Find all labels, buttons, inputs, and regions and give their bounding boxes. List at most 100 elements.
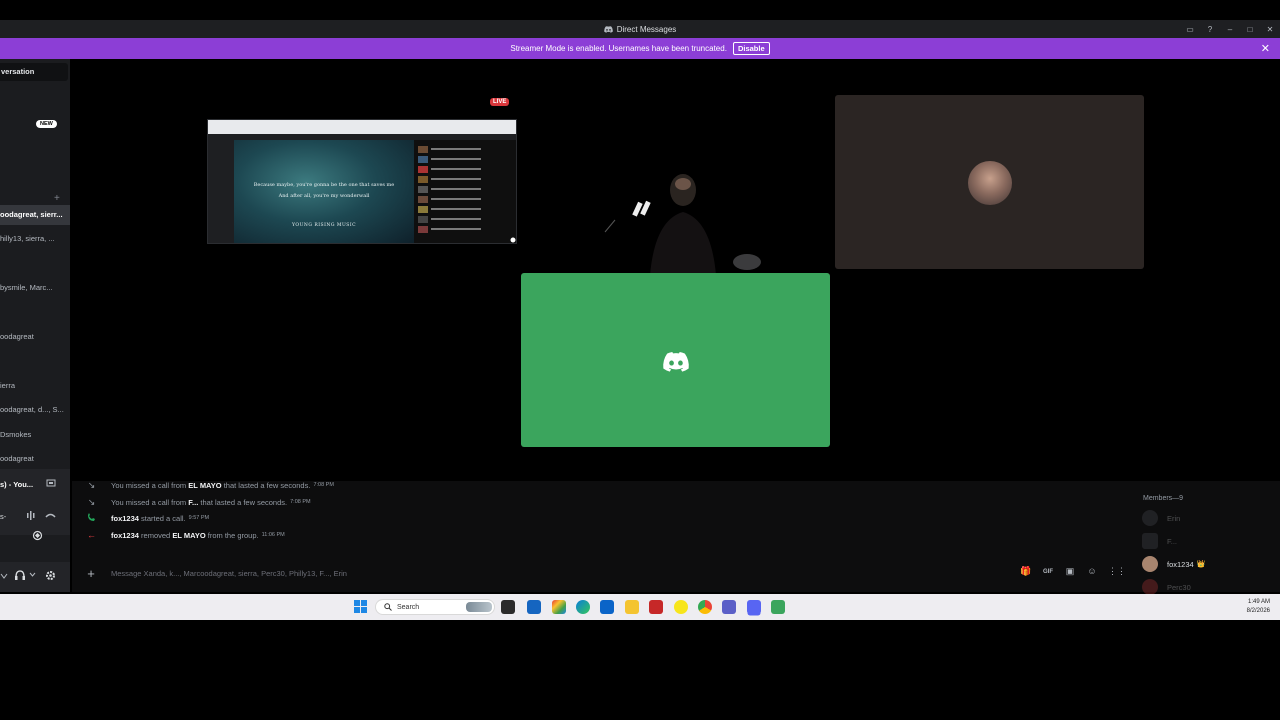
teams-icon[interactable] [722,600,736,614]
member-item[interactable]: Erin [1142,509,1180,527]
avatar [1142,533,1158,549]
message-username[interactable]: EL MAYO [188,481,221,490]
webcam-video-tile[interactable] [555,160,785,275]
settings-gear-icon[interactable] [45,570,56,581]
message-timestamp: 11:06 PM [261,532,285,538]
discord-taskbar-icon[interactable] [747,600,761,614]
playlist-item [418,166,514,174]
dm-item[interactable]: ierra [0,381,70,390]
dm-item[interactable]: oodagreat [0,332,70,341]
apps-icon[interactable]: ⋮⋮ [1108,566,1126,578]
message-username[interactable]: fox1234 [111,514,139,523]
member-name: Erin [1167,513,1181,523]
discord-logo-icon [663,352,689,372]
dm-sidebar: versation NEW + oodagreat, sierr... hill… [0,59,70,592]
voice-connected-panel: s) - You... s- [0,469,70,541]
member-list: Members—9 Erin F... fox1234 👑 Perc30 [1132,481,1280,595]
disconnect-icon[interactable] [45,512,56,519]
find-conversation-button[interactable]: versation [0,63,68,81]
attach-plus-icon[interactable]: + [78,566,104,581]
app-icon[interactable] [527,600,541,614]
participant-avatar-tile[interactable] [835,95,1144,269]
playlist-item [418,196,514,204]
disable-streamer-mode-button[interactable]: Disable [732,42,770,55]
emoji-icon[interactable]: ☺ [1086,566,1098,578]
create-dm-icon[interactable]: + [54,193,60,204]
participant-discord-tile[interactable] [521,273,830,447]
gif-icon[interactable]: GIF [1042,566,1054,578]
message-timestamp: 7:08 PM [313,482,334,488]
dm-item[interactable]: bysmile, Marc... [0,283,70,292]
avatar [1142,510,1158,526]
message-composer: + Message Xanda, k..., Marcoodagreat, si… [78,562,1128,584]
edge-icon[interactable] [576,600,590,614]
banner-close-icon[interactable]: ✕ [1261,42,1270,55]
dm-item[interactable]: oodagreat [0,454,70,463]
voice-status-label: s- [0,512,7,521]
file-explorer-icon[interactable] [625,600,639,614]
widgets-icon[interactable] [552,600,566,614]
message-username[interactable]: F... [188,498,198,507]
outlook-icon[interactable] [600,600,614,614]
message-input[interactable]: Message Xanda, k..., Marcoodagreat, sier… [111,569,347,578]
headset-icon[interactable] [14,570,26,581]
screen: Direct Messages ▭ ? – □ ✕ Streamer Mode … [0,0,1280,720]
voice-channel-name[interactable]: s) - You... [0,480,33,489]
member-name: fox1234 [1167,559,1194,569]
shoulder-object [733,254,761,270]
inbox-icon[interactable]: ▭ [1180,25,1200,34]
mic-stand [604,219,616,233]
system-clock[interactable]: 1:49 AM 8/2/2026 [1247,598,1270,616]
member-item[interactable]: F... [1142,532,1177,550]
message-timestamp: 7:08 PM [290,499,311,505]
mcafee-icon[interactable] [649,600,663,614]
activity-icon[interactable] [32,530,43,541]
message-text: that lasted a few seconds. [223,480,311,490]
body-silhouette [650,212,716,275]
message-timestamp: 9:57 PM [188,515,210,521]
dm-item[interactable]: oodagreat, d..., S... [0,405,70,414]
owner-crown-icon: 👑 [1196,561,1206,568]
dm-item[interactable]: oodagreat, sierr... [0,205,70,225]
lyric-credit: YOUNG RISING MUSIC [291,223,357,228]
streamer-mode-banner: Streamer Mode is enabled. Usernames have… [0,38,1280,59]
snapchat-icon[interactable] [674,600,688,614]
taskbar-search[interactable]: Search [375,599,495,615]
app-icon[interactable] [771,600,785,614]
task-view-icon[interactable] [501,600,515,614]
maximize-button[interactable]: □ [1240,25,1260,34]
music-video-frame: Because maybe, you're gonna be the one t… [234,140,414,243]
member-name: F... [1167,536,1178,546]
gift-icon[interactable]: 🎁 [1020,566,1032,578]
soundboard-icon[interactable] [26,511,36,520]
windows-taskbar: Search 1:49 AM 8/2/2026 [0,594,1280,620]
dm-item[interactable]: Dsmokes [0,430,70,439]
banner-text: Streamer Mode is enabled. Usernames have… [510,44,727,53]
member-item[interactable]: fox1234 👑 [1142,555,1205,573]
member-name: Perc30 [1167,582,1191,592]
window-title-text: Direct Messages [616,24,677,34]
dm-item[interactable]: hilly13, sierra, ... [0,234,70,243]
chrome-icon[interactable] [698,600,712,614]
sticker-icon[interactable]: ▣ [1064,566,1076,578]
missed-call-icon: ↘ [87,496,96,507]
mute-caret-icon[interactable] [0,571,8,581]
face-highlight [675,178,691,190]
screen-share-icon[interactable] [46,479,56,488]
deafen-caret-icon[interactable] [29,572,36,578]
minimize-button[interactable]: – [1220,25,1240,34]
new-badge: NEW [36,120,57,128]
light-reflection [632,201,643,217]
message-text: that lasted a few seconds. [200,497,288,507]
message-username[interactable]: fox1234 [111,531,139,540]
message-username[interactable]: EL MAYO [172,531,205,540]
help-icon[interactable]: ? [1200,25,1220,34]
close-window-button[interactable]: ✕ [1260,25,1280,34]
playlist-item [418,176,514,184]
shared-browser-toolbar [208,120,516,134]
stream-volume-icon[interactable] [510,237,516,243]
playlist-item [418,146,514,154]
screen-share-tile[interactable]: Because maybe, you're gonna be the one t… [207,119,517,244]
windows-start-icon[interactable] [354,600,367,613]
clock-time: 1:49 AM [1247,599,1270,605]
